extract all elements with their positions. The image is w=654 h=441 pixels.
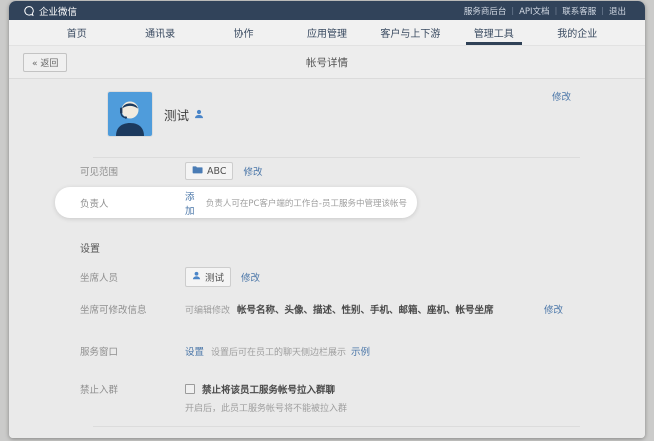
topbar-link-contact-support[interactable]: 联系客服 [557,5,601,17]
app-window: 企业微信 服务商后台 API文档 联系客服 退出 首页 通讯录 协作 应用管理 … [9,1,645,438]
agent-tag-label: 测试 [205,270,224,284]
service-window-row: 服务窗口 设置 设置后可在员工的聊天侧边栏展示 示例 [80,344,370,358]
agent-label: 坐席人员 [80,270,185,284]
visible-range-modify-link[interactable]: 修改 [243,164,262,178]
topbar-links: 服务商后台 API文档 联系客服 退出 [459,5,631,17]
nav-tab-contacts[interactable]: 通讯录 [118,20,201,45]
visible-range-row: 可见范围 ABC 修改 [80,162,263,180]
screen: 企业微信 服务商后台 API文档 联系客服 退出 首页 通讯录 协作 应用管理 … [0,0,654,441]
editable-info-fields: 帐号名称、头像、描述、性别、手机、邮箱、座机、帐号坐席 [237,302,494,316]
account-detail-panel: 测试 修改 可见范围 ABC [9,79,645,438]
visible-range-label: 可见范围 [80,164,185,178]
owner-row-highlight: 负责人 添加 负责人可在PC客户端的工作台-员工服务中管理该帐号 [55,187,417,218]
owner-hint: 负责人可在PC客户端的工作台-员工服务中管理该帐号 [206,197,407,209]
service-window-label: 服务窗口 [80,344,185,358]
nav-tab-customers[interactable]: 客户与上下游 [369,20,452,45]
owner-add-link[interactable]: 添加 [185,189,199,217]
brand-name: 企业微信 [39,4,77,18]
service-window-set-link[interactable]: 设置 [185,344,204,358]
owner-label: 负责人 [80,196,185,210]
agent-person-icon [194,107,204,122]
profile-modify-link[interactable]: 修改 [552,89,571,103]
agent-tag[interactable]: 测试 [185,267,231,287]
service-window-example-link[interactable]: 示例 [351,344,370,358]
agent-row: 坐席人员 测试 修改 [80,268,260,286]
editable-info-row: 坐席可修改信息 可编辑修改 帐号名称、头像、描述、性别、手机、邮箱、座机、帐号坐… [80,301,563,317]
no-group-checkbox-label: 禁止将该员工服务帐号拉入群聊 [202,382,335,396]
person-icon [192,271,201,283]
account-name-row: 测试 [164,106,204,122]
nav-tab-collaboration[interactable]: 协作 [202,20,285,45]
visible-range-tag[interactable]: ABC [185,162,233,180]
editable-info-modify-link[interactable]: 修改 [544,302,563,316]
settings-section-title: 设置 [80,240,100,255]
nav-tab-management-tools[interactable]: 管理工具 [452,20,535,45]
no-group-label: 禁止入群 [80,382,185,396]
topbar: 企业微信 服务商后台 API文档 联系客服 退出 [9,1,645,20]
editable-info-label: 坐席可修改信息 [80,302,185,316]
no-group-row: 禁止入群 禁止将该员工服务帐号拉入群聊 [80,382,335,396]
account-name: 测试 [164,105,189,124]
nav-tab-app-management[interactable]: 应用管理 [285,20,368,45]
nav-tab-my-enterprise[interactable]: 我的企业 [536,20,619,45]
no-group-hint: 开启后，此员工服务帐号将不能被拉入群 [185,401,347,414]
folder-icon [192,165,203,177]
wecom-logo-icon [23,5,35,17]
topbar-link-logout[interactable]: 退出 [604,5,631,17]
divider [93,426,580,427]
topbar-link-api-docs[interactable]: API文档 [514,5,554,17]
editable-info-prefix: 可编辑修改 [185,303,230,316]
page-header: « 返回 帐号详情 [9,46,645,79]
service-window-hint: 设置后可在员工的聊天侧边栏展示 [211,345,346,358]
no-group-checkbox[interactable] [185,384,195,394]
nav-tab-home[interactable]: 首页 [35,20,118,45]
account-avatar [108,92,152,136]
page-title: 帐号详情 [9,55,645,70]
brand[interactable]: 企业微信 [23,4,77,18]
topbar-link-service-provider[interactable]: 服务商后台 [459,5,512,17]
main-nav: 首页 通讯录 协作 应用管理 客户与上下游 管理工具 我的企业 [9,20,645,46]
divider [93,157,580,158]
visible-range-tag-label: ABC [207,166,226,177]
agent-modify-link[interactable]: 修改 [241,270,260,284]
